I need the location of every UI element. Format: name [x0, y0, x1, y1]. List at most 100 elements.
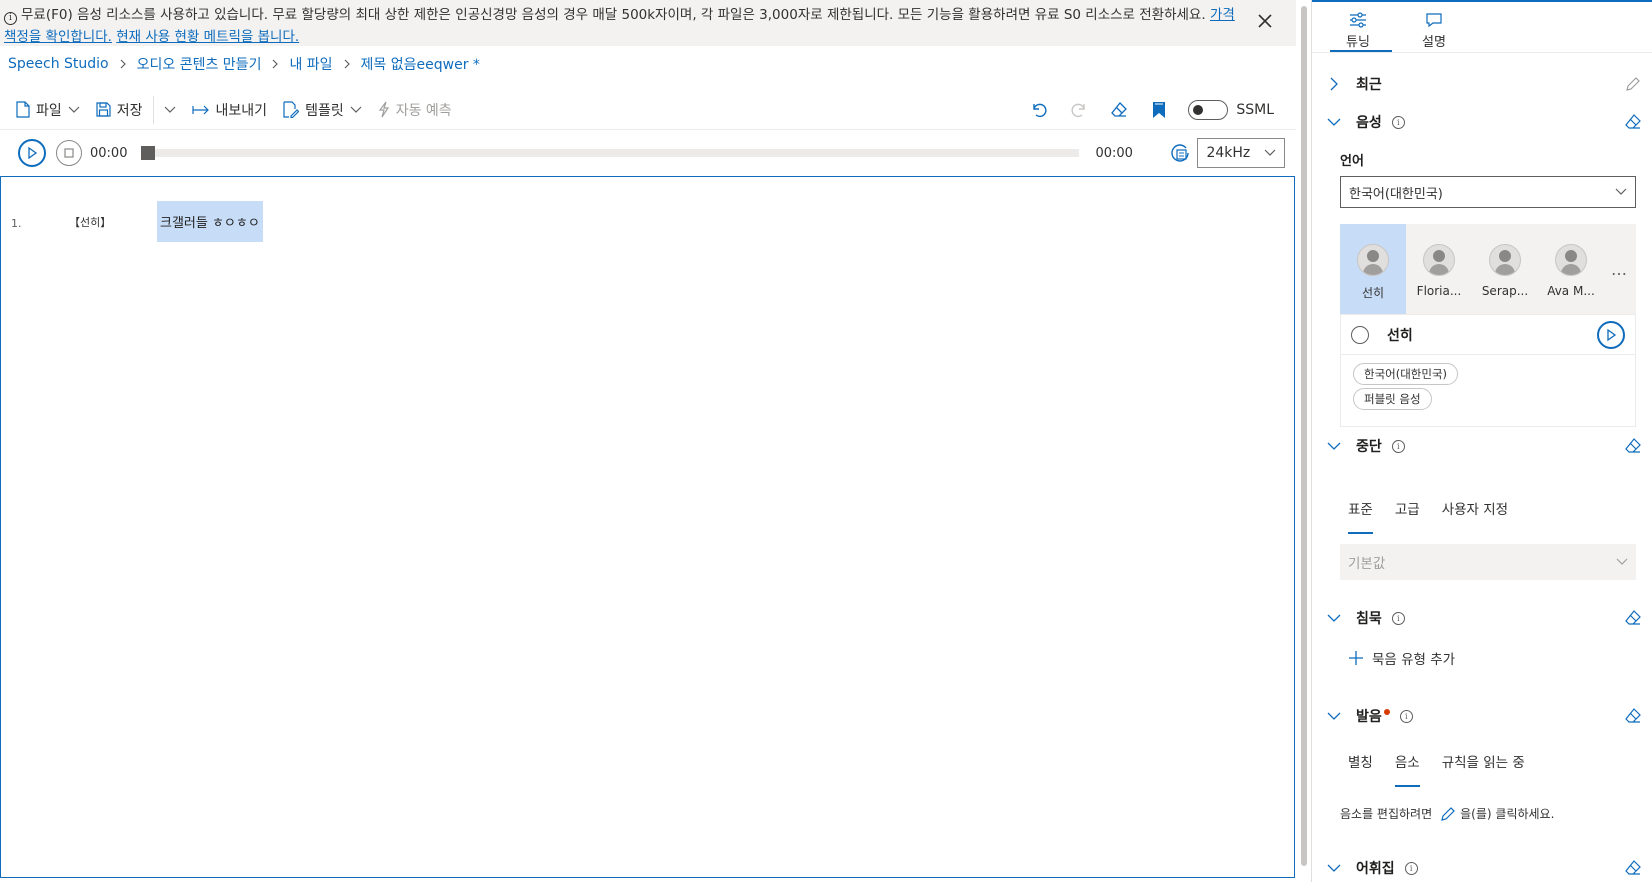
- eraser-icon[interactable]: [1622, 435, 1644, 457]
- chevron-down-icon: [1616, 558, 1628, 565]
- more-voices-button[interactable]: …: [1604, 224, 1634, 314]
- eraser-icon[interactable]: [1622, 857, 1644, 879]
- eraser-icon[interactable]: [1622, 111, 1644, 133]
- voice-name: Serap...: [1481, 284, 1529, 298]
- eraser-icon[interactable]: [1108, 99, 1130, 121]
- section-pronunciation-label: 발음: [1356, 709, 1382, 725]
- sample-rate-value: 24kHz: [1206, 145, 1251, 161]
- voice-option[interactable]: Serap...: [1472, 224, 1538, 314]
- lightning-icon: [378, 101, 389, 118]
- hint-text-post: 을(를) 클릭하세요.: [1460, 807, 1555, 821]
- avatar: [1555, 244, 1587, 276]
- voice-detail-name: 선히: [1387, 327, 1413, 344]
- status-dot: [1383, 709, 1390, 715]
- scroll-sync-icon[interactable]: [1169, 142, 1191, 164]
- voice-preview-button[interactable]: [1597, 320, 1625, 349]
- divider: [1312, 52, 1652, 53]
- pron-tab-phoneme[interactable]: 음소: [1394, 751, 1420, 787]
- undo-icon[interactable]: [1028, 99, 1050, 121]
- info-icon: i: [4, 12, 17, 25]
- progress-thumb[interactable]: [141, 146, 156, 160]
- divider: [152, 95, 154, 124]
- text-editor[interactable]: 1. 【선히】 크갤러들 ㅎㅇㅎㅇ: [0, 176, 1295, 878]
- info-icon[interactable]: i: [1391, 611, 1405, 625]
- close-icon[interactable]: [1256, 12, 1274, 30]
- voice-option[interactable]: Ava M...: [1538, 224, 1604, 314]
- section-pronunciation-title: 발음: [1356, 706, 1390, 726]
- editor-scrollbar[interactable]: [1301, 6, 1307, 866]
- tab-tuning[interactable]: 튜닝: [1320, 10, 1396, 52]
- info-icon[interactable]: i: [1391, 439, 1405, 453]
- progress-slider[interactable]: [141, 146, 1080, 160]
- language-select[interactable]: 한국어(대한민국): [1340, 176, 1636, 208]
- auto-predict-button[interactable]: 자동 예측: [370, 94, 460, 126]
- breadcrumb-speech-studio[interactable]: Speech Studio: [8, 56, 109, 72]
- info-icon[interactable]: i: [1399, 709, 1413, 723]
- eraser-icon[interactable]: [1622, 607, 1644, 629]
- save-label: 저장: [116, 102, 143, 119]
- info-icon[interactable]: i: [1404, 861, 1418, 875]
- file-menu-button[interactable]: 파일: [8, 94, 88, 126]
- redo-icon[interactable]: [1068, 99, 1090, 121]
- voice-option[interactable]: Floria...: [1406, 224, 1472, 314]
- tab-description[interactable]: 설명: [1396, 10, 1472, 50]
- editor-line[interactable]: 1. 【선히】 크갤러들 ㅎㅇㅎㅇ: [11, 201, 263, 242]
- file-label: 파일: [36, 102, 62, 119]
- voice-name: 선히: [1361, 286, 1385, 300]
- save-button[interactable]: 저장: [88, 94, 151, 126]
- save-icon: [96, 102, 111, 117]
- bookmark-icon[interactable]: [1148, 99, 1170, 121]
- edit-icon: [1441, 806, 1455, 821]
- break-default-value: 기본값: [1348, 556, 1386, 572]
- section-break-title: 중단: [1356, 439, 1382, 455]
- line-text[interactable]: 크갤러들 ㅎㅇㅎㅇ: [157, 201, 263, 242]
- chevron-down-icon: [1326, 610, 1342, 626]
- breadcrumb-audio-content[interactable]: 오디오 콘텐츠 만들기: [137, 54, 262, 74]
- voice-picker: 선히 Floria... Serap... Ava M... …: [1340, 224, 1636, 314]
- section-voice[interactable]: 음성 i: [1326, 110, 1644, 134]
- chevron-right-icon: [1326, 76, 1342, 92]
- section-pronunciation[interactable]: 발음 i: [1326, 704, 1644, 728]
- save-options-button[interactable]: [156, 94, 184, 126]
- section-lexicon[interactable]: 어휘집 i: [1326, 856, 1644, 880]
- sliders-icon: [1349, 10, 1367, 29]
- add-silence-label: 묵음 유형 추가: [1372, 652, 1456, 668]
- eraser-icon[interactable]: [1622, 705, 1644, 727]
- voice-name: Ava M...: [1547, 284, 1595, 298]
- language-value: 한국어(대한민국): [1349, 186, 1443, 202]
- pron-tab-reading-rules[interactable]: 규칙을 읽는 중: [1442, 751, 1525, 779]
- sample-rate-select[interactable]: 24kHz: [1197, 138, 1286, 168]
- ssml-toggle[interactable]: SSML: [1188, 99, 1274, 120]
- audio-player: 00:00 00:00 24kHz: [0, 132, 1296, 174]
- section-silence[interactable]: 침묵 i: [1326, 606, 1644, 630]
- metrics-link[interactable]: 현재 사용 현황 메트릭을 봅니다.: [116, 29, 299, 45]
- edit-icon[interactable]: [1622, 73, 1644, 95]
- auto-predict-label: 자동 예측: [395, 102, 452, 119]
- ssml-toggle-track[interactable]: [1188, 99, 1229, 120]
- toolbar: 파일 저장 내보내기 템플릿 자동 예측 SSML: [0, 90, 1296, 130]
- voice-option[interactable]: 선히: [1340, 224, 1406, 314]
- chevron-down-icon: [1326, 114, 1342, 130]
- pron-tab-alias[interactable]: 별칭: [1348, 751, 1373, 779]
- tuning-panel: 튜닝 설명 최근 음성 i 언어 한국어(대한민국) 선히 Floria... …: [1312, 0, 1652, 882]
- chevron-down-icon: [1265, 149, 1276, 156]
- template-menu-button[interactable]: 템플릿: [275, 94, 370, 126]
- break-tab-custom[interactable]: 사용자 지정: [1442, 498, 1508, 526]
- add-silence-button[interactable]: 묵음 유형 추가: [1348, 648, 1455, 668]
- stop-button[interactable]: [56, 140, 82, 166]
- breadcrumb-my-files[interactable]: 내 파일: [289, 54, 332, 74]
- avatar: [1423, 244, 1455, 276]
- play-button[interactable]: [18, 139, 46, 167]
- break-tab-standard[interactable]: 표준: [1348, 498, 1373, 534]
- user-icon: [1351, 325, 1369, 344]
- break-strength-select[interactable]: 기본값: [1340, 544, 1636, 580]
- breadcrumb-current-file[interactable]: 제목 없음eeqwer *: [361, 54, 480, 74]
- break-tab-advanced[interactable]: 고급: [1395, 498, 1420, 526]
- line-number: 1.: [11, 217, 22, 230]
- section-recent[interactable]: 최근: [1326, 72, 1644, 96]
- export-button[interactable]: 내보내기: [184, 94, 276, 126]
- section-break[interactable]: 중단 i: [1326, 434, 1644, 458]
- info-icon[interactable]: i: [1391, 115, 1405, 129]
- speaker-tag[interactable]: 【선히】: [69, 214, 157, 230]
- current-time: 00:00: [90, 145, 128, 161]
